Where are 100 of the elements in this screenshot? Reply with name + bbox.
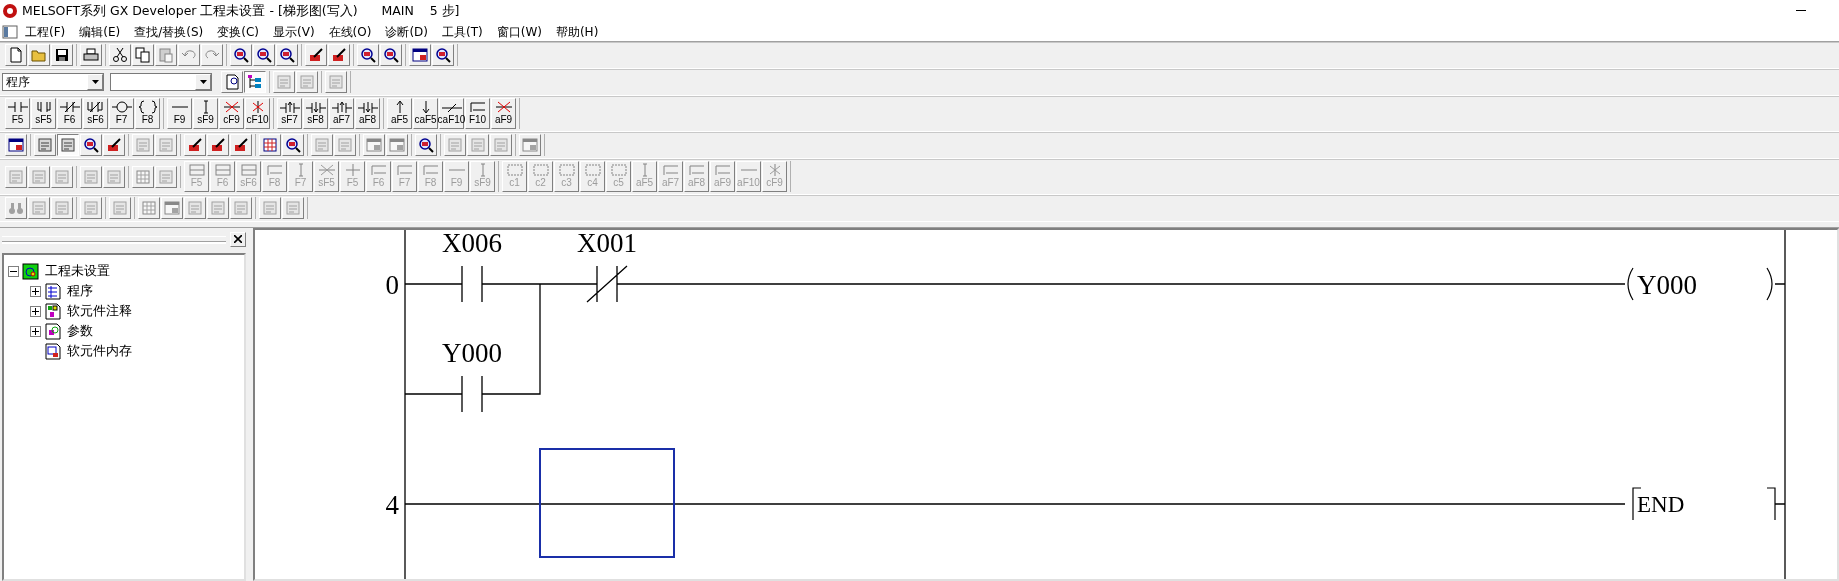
menu-item[interactable]: 诊断(D) [378, 22, 435, 41]
expand-toggle[interactable] [30, 305, 41, 317]
tool-icon [314, 137, 330, 153]
tool-icon [233, 200, 249, 216]
shortcut-key-button[interactable]: sF9 [193, 98, 218, 129]
shortcut-key-button[interactable]: aF7 [329, 98, 354, 129]
expand-toggle[interactable] [30, 285, 41, 297]
contact-symbol [461, 265, 483, 303]
tool-icon [187, 200, 203, 216]
tool-icon [54, 168, 70, 185]
menu-item[interactable]: 变换(C) [210, 22, 266, 41]
tool-icon [31, 200, 47, 216]
window-icon [8, 137, 24, 153]
corner-line-icon [368, 163, 389, 177]
shortcut-key-button[interactable]: F7 [109, 98, 134, 129]
rising-pulse-contact-icon [331, 100, 352, 114]
menu-item[interactable]: 显示(V) [266, 22, 322, 41]
tree-item[interactable]: 参数 [67, 321, 93, 341]
expand-toggle[interactable] [30, 325, 41, 337]
tree-item[interactable]: 工程未设置 [45, 261, 110, 281]
tool-icon [328, 74, 344, 90]
shortcut-key-button[interactable]: caF10 [439, 98, 464, 129]
parameter-icon [44, 322, 61, 340]
shortcut-key-button[interactable]: F6 [57, 98, 82, 129]
vertical-line-icon [203, 100, 208, 114]
corner-line-icon [660, 163, 681, 177]
tool-icon [37, 137, 53, 153]
tree-item[interactable]: 软元件注释 [67, 301, 132, 321]
shortcut-key-button[interactable]: cF9 [219, 98, 244, 129]
delete-line-icon [316, 163, 337, 177]
tool-icon [8, 168, 24, 185]
shortcut-key-button[interactable]: F5 [5, 98, 30, 129]
magnifier-icon [360, 47, 376, 63]
memory-icon [44, 342, 61, 360]
contact-symbol [461, 375, 483, 413]
magnifier-icon [383, 47, 399, 63]
magnifier-icon [418, 137, 434, 153]
dropdown[interactable]: 程序 [2, 73, 104, 91]
tool-icon [276, 74, 292, 90]
shortcut-key-button[interactable]: F8 [135, 98, 160, 129]
vertical-line-icon [480, 163, 485, 177]
pencil-icon [331, 47, 347, 63]
corner-line-icon [394, 163, 415, 177]
tool-icon [31, 168, 47, 185]
device-label: Y000 [1637, 270, 1697, 300]
frame-icon [186, 163, 207, 177]
collapse-toggle[interactable] [8, 265, 19, 277]
clipboard-icon [158, 47, 174, 63]
tree-item[interactable]: 程序 [67, 281, 93, 301]
comment-icon [44, 302, 61, 320]
close-button[interactable] [230, 231, 246, 247]
tool-icon [60, 137, 76, 153]
falling-pulse-contact-icon [357, 100, 378, 114]
caret-icon [198, 79, 208, 85]
tool-icon [135, 137, 151, 153]
pencil-icon [308, 47, 324, 63]
device-label: X001 [577, 230, 637, 258]
dashed-box-icon [582, 163, 603, 177]
menu-item[interactable]: 在线(O) [321, 22, 379, 41]
shortcut-key-button[interactable]: sF5 [31, 98, 56, 129]
magnifier-icon [83, 137, 99, 153]
instruction-label: END [1637, 492, 1685, 517]
shortcut-key-button[interactable]: sF7 [277, 98, 302, 129]
dropdown[interactable] [110, 73, 212, 91]
shortcut-key-button[interactable]: caF5 [413, 98, 438, 129]
pencil-icon [187, 137, 203, 153]
device-label: X006 [442, 230, 502, 258]
dashed-box-icon [504, 163, 525, 177]
menu-item[interactable]: 窗口(W) [489, 22, 549, 41]
grid-icon [262, 137, 278, 153]
shortcut-key-button[interactable]: aF5 [387, 98, 412, 129]
printer-icon [83, 47, 99, 63]
vertical-line-icon [642, 163, 647, 177]
menu-item[interactable]: 工程(F) [18, 22, 73, 41]
window-icon [366, 137, 382, 153]
shortcut-key-button[interactable]: sF6 [83, 98, 108, 129]
frame-icon [238, 163, 259, 177]
shortcut-key-button[interactable]: aF8 [355, 98, 380, 129]
frame-icon [212, 163, 233, 177]
plus-icon [32, 327, 39, 335]
menu-item[interactable]: 帮助(H) [548, 22, 606, 41]
menu-item[interactable]: 工具(T) [435, 22, 490, 41]
tool-icon [210, 200, 226, 216]
pencil-icon [106, 137, 122, 153]
window-icon [412, 47, 428, 63]
shortcut-key-button[interactable]: aF9 [491, 98, 516, 129]
step-number: 0 [385, 270, 399, 300]
magnifier-icon [233, 47, 249, 63]
grid-icon [141, 200, 157, 216]
dashed-box-icon [556, 163, 577, 177]
contact-icon [7, 100, 28, 114]
tree-item[interactable]: 软元件内存 [67, 341, 132, 361]
menu-item[interactable]: 查找/替换(S) [127, 22, 211, 41]
program-icon [44, 282, 61, 300]
shortcut-key-button[interactable]: F10 [465, 98, 490, 129]
shortcut-key-button[interactable]: sF8 [303, 98, 328, 129]
plus-icon [32, 307, 39, 315]
menu-item[interactable]: 编辑(E) [72, 22, 128, 41]
shortcut-key-button[interactable]: cF10 [245, 98, 270, 129]
shortcut-key-button[interactable]: F9 [167, 98, 192, 129]
